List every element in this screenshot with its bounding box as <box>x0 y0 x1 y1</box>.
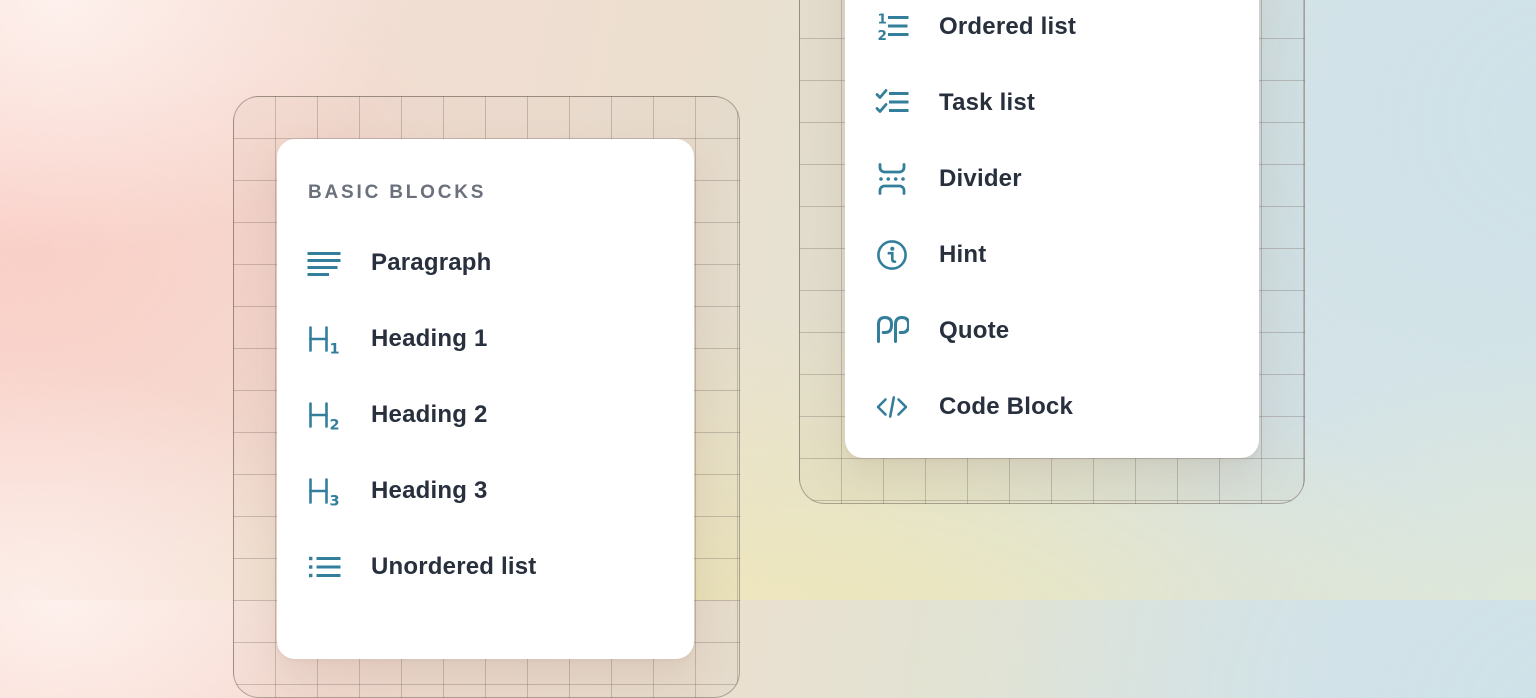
divider-icon <box>875 162 909 196</box>
svg-text:1: 1 <box>330 342 340 357</box>
code-block-icon <box>875 390 909 424</box>
svg-text:3: 3 <box>330 494 340 509</box>
menu-item-label-heading-3: Heading 3 <box>371 477 488 505</box>
menu-item-task-list[interactable]: Task list <box>875 65 1229 141</box>
menu-list-basic-blocks: Paragraph 1 Heading 1 2 Heading 2 3 Head… <box>307 225 664 605</box>
menu-item-label-heading-2: Heading 2 <box>371 401 488 429</box>
hint-icon <box>875 238 909 272</box>
menu-item-label-hint: Hint <box>939 241 986 269</box>
ordered-list-icon: 1 2 <box>875 10 909 44</box>
menu-item-label-divider: Divider <box>939 165 1022 193</box>
menu-list-more-blocks: 1 2 Ordered list Task list Divider Hint … <box>875 0 1229 445</box>
menu-item-label-code-block: Code Block <box>939 393 1073 421</box>
menu-item-quote[interactable]: Quote <box>875 293 1229 369</box>
svg-text:2: 2 <box>878 28 887 44</box>
task-list-icon <box>875 86 909 120</box>
menu-item-hint[interactable]: Hint <box>875 217 1229 293</box>
menu-item-label-unordered-list: Unordered list <box>371 553 537 581</box>
menu-item-ordered-list[interactable]: 1 2 Ordered list <box>875 0 1229 65</box>
menu-item-label-quote: Quote <box>939 317 1009 345</box>
menu-item-paragraph[interactable]: Paragraph <box>307 225 664 301</box>
menu-item-code-block[interactable]: Code Block <box>875 369 1229 445</box>
heading-1-icon: 1 <box>307 322 341 356</box>
menu-item-heading-2[interactable]: 2 Heading 2 <box>307 377 664 453</box>
menu-item-label-heading-1: Heading 1 <box>371 325 488 353</box>
section-header-basic-blocks: BASIC BLOCKS <box>308 177 664 209</box>
block-menu-basic-blocks: BASIC BLOCKS Paragraph 1 Heading 1 2 Hea… <box>277 139 694 659</box>
menu-item-heading-1[interactable]: 1 Heading 1 <box>307 301 664 377</box>
svg-text:1: 1 <box>878 12 887 28</box>
svg-text:2: 2 <box>330 418 340 433</box>
heading-2-icon: 2 <box>307 398 341 432</box>
quote-icon <box>875 314 909 348</box>
menu-item-label-paragraph: Paragraph <box>371 249 492 277</box>
menu-item-label-ordered-list: Ordered list <box>939 13 1076 41</box>
block-menu-more-blocks: 1 2 Ordered list Task list Divider Hint … <box>845 0 1259 458</box>
menu-item-label-task-list: Task list <box>939 89 1035 117</box>
menu-item-divider[interactable]: Divider <box>875 141 1229 217</box>
paragraph-icon <box>307 246 341 280</box>
menu-item-unordered-list[interactable]: Unordered list <box>307 529 664 605</box>
heading-3-icon: 3 <box>307 474 341 508</box>
unordered-list-icon <box>307 550 341 584</box>
menu-item-heading-3[interactable]: 3 Heading 3 <box>307 453 664 529</box>
